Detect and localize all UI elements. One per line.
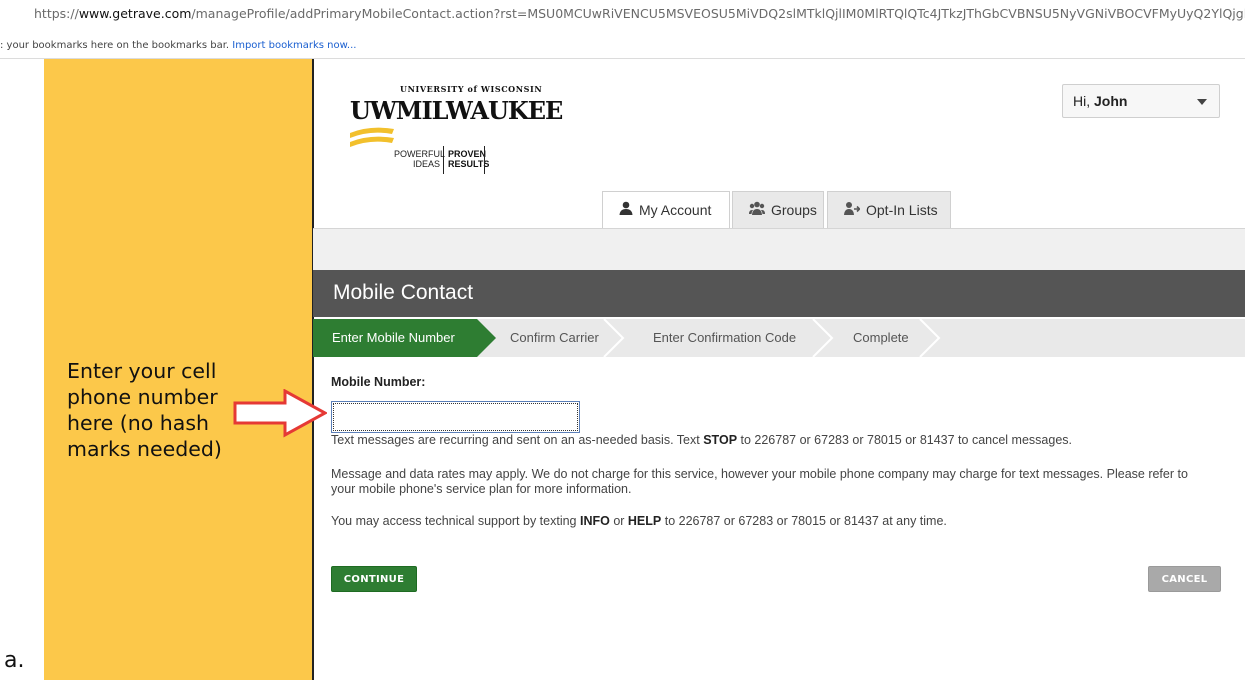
step-complete: Complete: [853, 330, 909, 345]
bookmarks-bar-text: : your bookmarks here on the bookmarks b…: [0, 40, 230, 51]
logo-line2: UWMILWAUKEE: [350, 96, 563, 125]
tab-opt-in-lists[interactable]: Opt-In Lists: [827, 191, 951, 228]
logo-tag-right: PROVEN RESULTS: [448, 149, 490, 169]
url-path: /manageProfile/addPrimaryMobileContact.a…: [191, 6, 1245, 21]
users-icon: [749, 192, 765, 228]
info-rates-text: Message and data rates may apply. We do …: [331, 467, 1188, 496]
info-help-mid: or: [609, 514, 628, 528]
user-name: John: [1094, 93, 1128, 109]
step-confirm-carrier: Confirm Carrier: [510, 330, 599, 345]
import-bookmarks-link[interactable]: Import bookmarks now...: [232, 40, 356, 51]
arrow-icon: [233, 389, 327, 438]
info-stop-pre: Text messages are recurring and sent on …: [331, 433, 704, 447]
chevron-down-icon: [1197, 99, 1207, 105]
user-add-icon: [844, 192, 861, 228]
mobile-number-input[interactable]: [331, 401, 580, 433]
logo-tag-left: POWERFUL IDEAS: [394, 149, 446, 169]
logo-separator-right: [484, 146, 485, 174]
step-enter-confirmation-code: Enter Confirmation Code: [653, 330, 797, 345]
main-tabs: My Account Groups Opt-In Lists: [313, 191, 1245, 229]
bookmarks-bar: : your bookmarks here on the bookmarks b…: [0, 36, 1245, 56]
sub-nav-bar: [313, 229, 1245, 270]
continue-button[interactable]: CONTINUE: [331, 566, 417, 592]
user-icon: [619, 192, 633, 228]
tab-label: Groups: [771, 202, 817, 218]
tab-label: Opt-In Lists: [866, 202, 938, 218]
page-header: Mobile Contact: [313, 270, 1245, 317]
info-stop-text: Text messages are recurring and sent on …: [331, 433, 1211, 448]
info-keyword: INFO: [579, 514, 610, 528]
mobile-number-label: Mobile Number:: [331, 375, 426, 389]
panel-divider: [312, 59, 314, 680]
info-help-post: to 226787 or 67283 or 78015 or 81437 at …: [661, 514, 947, 528]
page-title: Mobile Contact: [333, 281, 474, 304]
tab-groups[interactable]: Groups: [732, 191, 824, 228]
tab-my-account[interactable]: My Account: [602, 191, 730, 229]
help-keyword: HELP: [627, 514, 662, 528]
info-stop-keyword: STOP: [703, 433, 738, 447]
url-scheme: https://: [34, 6, 79, 21]
cancel-button[interactable]: CANCEL: [1148, 566, 1221, 592]
address-bar[interactable]: https://www.getrave.com/manageProfile/ad…: [0, 0, 1245, 28]
figure-marker: a.: [4, 648, 25, 673]
step-enter-mobile-number: Enter Mobile Number: [332, 330, 455, 345]
user-menu[interactable]: Hi, John: [1062, 84, 1220, 118]
progress-steps: Enter Mobile Number Confirm Carrier Ente…: [313, 319, 1245, 357]
logo-bars-icon: [350, 127, 394, 147]
logo-separator: [443, 146, 444, 174]
info-stop-post: to 226787 or 67283 or 78015 or 81437 to …: [737, 433, 1073, 447]
url-domain: www.getrave.com: [78, 6, 192, 21]
tab-label: My Account: [639, 202, 712, 218]
user-greeting: Hi,: [1073, 93, 1091, 109]
info-help-text: You may access technical support by text…: [331, 514, 1211, 529]
uwm-logo[interactable]: UNIVERSITY of WISCONSIN UWMILWAUKEE POWE…: [350, 82, 563, 182]
info-help-pre: You may access technical support by text…: [331, 514, 580, 528]
logo-line1: UNIVERSITY of WISCONSIN: [400, 84, 543, 94]
